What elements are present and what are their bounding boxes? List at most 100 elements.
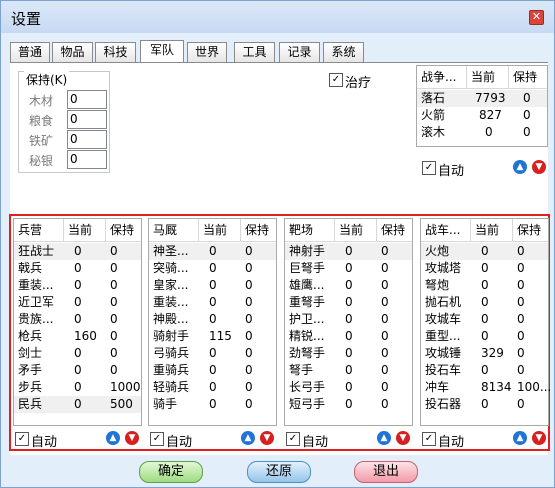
table-row[interactable]: 重型... 0 0 xyxy=(421,328,548,345)
food-keep-input[interactable]: 0 xyxy=(67,110,107,129)
table-row[interactable]: 矛手 0 0 xyxy=(14,362,141,379)
heal-checkbox[interactable]: ✓ xyxy=(329,73,343,87)
table-row[interactable]: 攻城塔 0 0 xyxy=(421,260,548,277)
barracks-col-name[interactable]: 兵营 xyxy=(14,219,64,241)
cell-name: 神圣... xyxy=(153,244,189,258)
table-row[interactable]: 突骑... 0 0 xyxy=(149,260,276,277)
arrow-down-icon[interactable]: ▼ xyxy=(260,431,274,445)
reset-button[interactable]: 还原 xyxy=(247,461,311,483)
barracks-col-current[interactable]: 当前 xyxy=(64,219,106,241)
arrow-up-icon[interactable]: ▲ xyxy=(377,431,391,445)
arrow-down-icon[interactable]: ▼ xyxy=(532,160,546,174)
tab-items[interactable]: 物品 xyxy=(52,42,93,63)
mithril-keep-input[interactable]: 0 xyxy=(67,150,107,169)
table-row[interactable]: 重装... 0 0 xyxy=(149,294,276,311)
range-col-name[interactable]: 靶场 xyxy=(285,219,335,241)
war-col-keep[interactable]: 保持 xyxy=(509,66,547,88)
cell-name: 攻城车 xyxy=(425,312,462,326)
table-row[interactable]: 落石 7793 0 xyxy=(417,90,547,107)
table-row[interactable]: 步兵 0 1000 xyxy=(14,379,141,396)
wood-keep-input[interactable]: 0 xyxy=(67,90,107,109)
cell-name: 神殿... xyxy=(153,312,189,326)
tab-records[interactable]: 记录 xyxy=(279,42,320,63)
workshop-auto-checkbox[interactable]: ✓ xyxy=(422,432,436,446)
tab-army[interactable]: 军队 xyxy=(140,40,184,62)
table-row[interactable]: 火炮 0 0 xyxy=(421,243,548,260)
tab-world[interactable]: 世界 xyxy=(187,42,227,63)
table-row[interactable]: 攻城车 0 0 xyxy=(421,311,548,328)
arrow-up-icon[interactable]: ▲ xyxy=(513,431,527,445)
table-row[interactable]: 弩手 0 0 xyxy=(285,362,412,379)
war-col-current[interactable]: 当前 xyxy=(467,66,509,88)
iron-keep-input[interactable]: 0 xyxy=(67,130,107,149)
table-row[interactable]: 剑士 0 0 xyxy=(14,345,141,362)
table-row[interactable]: 滚木 0 0 xyxy=(417,124,547,141)
arrow-up-icon[interactable]: ▲ xyxy=(513,160,527,174)
table-row[interactable]: 劲弩手 0 0 xyxy=(285,345,412,362)
stable-auto-checkbox[interactable]: ✓ xyxy=(150,432,164,446)
cell-name: 重装... xyxy=(18,278,54,292)
ok-button[interactable]: 确定 xyxy=(139,461,203,483)
close-icon[interactable]: ✕ xyxy=(529,10,544,25)
table-row[interactable]: 长弓手 0 0 xyxy=(285,379,412,396)
table-row[interactable]: 重骑兵 0 0 xyxy=(149,362,276,379)
range-col-current[interactable]: 当前 xyxy=(335,219,377,241)
tab-system[interactable]: 系统 xyxy=(323,42,364,63)
table-row[interactable]: 狂战士 0 0 xyxy=(14,243,141,260)
table-row[interactable]: 神圣... 0 0 xyxy=(149,243,276,260)
table-row[interactable]: 火箭 827 0 xyxy=(417,107,547,124)
stable-col-name[interactable]: 马厩 xyxy=(149,219,199,241)
table-row[interactable]: 神殿... 0 0 xyxy=(149,311,276,328)
table-row[interactable]: 投石车 0 0 xyxy=(421,362,548,379)
table-row[interactable]: 重装... 0 0 xyxy=(14,277,141,294)
workshop-col-keep[interactable]: 保持 xyxy=(513,219,548,241)
cell-current: 115 xyxy=(209,329,232,343)
table-row[interactable]: 神射手 0 0 xyxy=(285,243,412,260)
table-row[interactable]: 重弩手 0 0 xyxy=(285,294,412,311)
exit-button[interactable]: 退出 xyxy=(354,461,418,483)
arrow-down-icon[interactable]: ▼ xyxy=(125,431,139,445)
table-row[interactable]: 弓骑兵 0 0 xyxy=(149,345,276,362)
table-row[interactable]: 护卫... 0 0 xyxy=(285,311,412,328)
arrow-up-icon[interactable]: ▲ xyxy=(241,431,255,445)
tab-tech[interactable]: 科技 xyxy=(95,42,136,63)
table-row[interactable]: 轻骑兵 0 0 xyxy=(149,379,276,396)
arrow-down-icon[interactable]: ▼ xyxy=(396,431,410,445)
table-row[interactable]: 巨弩手 0 0 xyxy=(285,260,412,277)
cell-keep: 0 xyxy=(110,244,118,258)
table-row[interactable]: 皇家... 0 0 xyxy=(149,277,276,294)
arrow-down-icon[interactable]: ▼ xyxy=(532,431,546,445)
table-row[interactable]: 雄鹰... 0 0 xyxy=(285,277,412,294)
range-auto-checkbox[interactable]: ✓ xyxy=(286,432,300,446)
war-col-name[interactable]: 战争... xyxy=(417,66,467,88)
table-row[interactable]: 攻城锤 329 0 xyxy=(421,345,548,362)
table-row[interactable]: 民兵 0 500 xyxy=(14,396,141,413)
stable-col-current[interactable]: 当前 xyxy=(199,219,241,241)
cell-name: 滚木 xyxy=(421,125,446,139)
table-row[interactable]: 短弓手 0 0 xyxy=(285,396,412,413)
table-row[interactable]: 投石器 0 0 xyxy=(421,396,548,413)
arrow-up-icon[interactable]: ▲ xyxy=(106,431,120,445)
table-row[interactable]: 贵族... 0 0 xyxy=(14,311,141,328)
table-row[interactable]: 戟兵 0 0 xyxy=(14,260,141,277)
table-row[interactable]: 抛石机 0 0 xyxy=(421,294,548,311)
war-auto-checkbox[interactable]: ✓ xyxy=(422,161,436,175)
range-col-keep[interactable]: 保持 xyxy=(377,219,412,241)
workshop-col-current[interactable]: 当前 xyxy=(471,219,513,241)
tab-tools[interactable]: 工具 xyxy=(234,42,275,63)
stable-col-keep[interactable]: 保持 xyxy=(241,219,276,241)
table-row[interactable]: 骑手 0 0 xyxy=(149,396,276,413)
table-row[interactable]: 冲车 8134 100... xyxy=(421,379,551,396)
workshop-col-name[interactable]: 战车... xyxy=(421,219,471,241)
barracks-col-keep[interactable]: 保持 xyxy=(106,219,141,241)
war-auto-label: 自动 xyxy=(438,164,465,179)
tab-general[interactable]: 普通 xyxy=(10,42,50,63)
table-row[interactable]: 骑射手 115 0 xyxy=(149,328,276,345)
table-row[interactable]: 枪兵 160 0 xyxy=(14,328,141,345)
cell-keep: 0 xyxy=(517,295,525,309)
table-row[interactable]: 弩炮 0 0 xyxy=(421,277,548,294)
barracks-auto-checkbox[interactable]: ✓ xyxy=(15,432,29,446)
table-row[interactable]: 精锐... 0 0 xyxy=(285,328,412,345)
workshop-auto-label: 自动 xyxy=(438,435,465,450)
table-row[interactable]: 近卫军 0 0 xyxy=(14,294,141,311)
